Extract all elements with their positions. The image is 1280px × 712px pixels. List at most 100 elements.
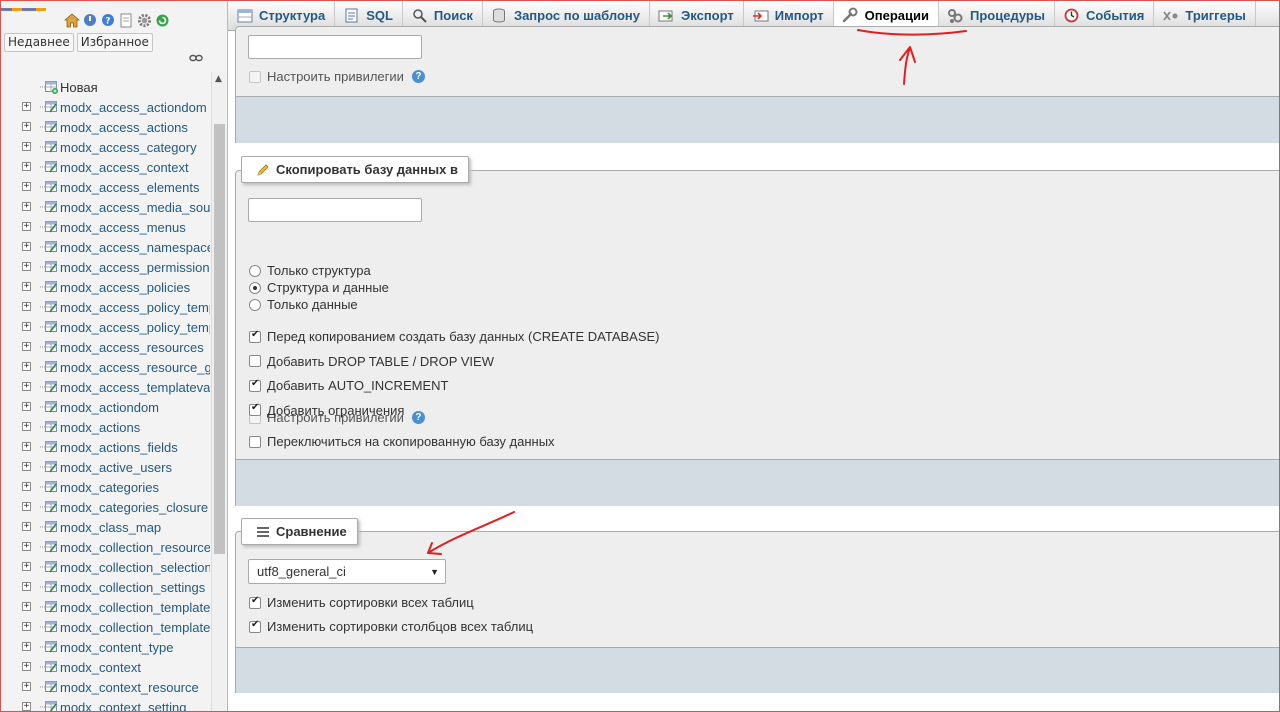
tree-item-table[interactable]: + modx_access_permissions — [0, 257, 210, 277]
link-icon[interactable] — [189, 53, 203, 63]
table-name: modx_context_setting — [60, 699, 187, 712]
tree-item-table[interactable]: + modx_collection_resource_ — [0, 537, 210, 557]
expand-icon[interactable]: + — [22, 682, 31, 691]
expand-icon[interactable]: + — [22, 142, 31, 151]
expand-icon[interactable]: + — [22, 702, 31, 711]
rename-privileges-checkbox[interactable] — [249, 70, 261, 83]
tree-item-table[interactable]: + modx_content_type — [0, 637, 210, 657]
copy-mode-radio[interactable] — [249, 298, 261, 311]
expand-icon[interactable]: + — [22, 322, 31, 331]
copy-db-input[interactable] — [248, 198, 422, 222]
expand-icon[interactable]: + — [22, 242, 31, 251]
tree-item-new[interactable]: Новая — [0, 77, 210, 97]
tree-item-table[interactable]: + modx_actiondom — [0, 397, 210, 417]
tree-item-table[interactable]: + modx_access_policy_temp — [0, 317, 210, 337]
expand-icon[interactable]: + — [22, 162, 31, 171]
tree-lines: + — [0, 377, 31, 397]
help-icon[interactable]: ? — [411, 70, 425, 83]
tree-lines: + — [0, 297, 31, 317]
switch-db-checkbox[interactable] — [249, 435, 261, 448]
copy-mode-radio[interactable] — [249, 264, 261, 277]
tree-scrollbar[interactable]: ▲ — [211, 72, 226, 712]
expand-icon[interactable]: + — [22, 442, 31, 451]
expand-icon[interactable]: + — [22, 522, 31, 531]
docs-icon[interactable] — [118, 12, 134, 28]
copy-mode-radio[interactable] — [249, 281, 261, 294]
tree-item-table[interactable]: + modx_class_map — [0, 517, 210, 537]
tree-item-table[interactable]: + modx_access_menus — [0, 217, 210, 237]
collation-option-checkbox[interactable] — [249, 595, 261, 609]
tree-item-table[interactable]: + modx_access_actiondom — [0, 97, 210, 117]
reload-icon[interactable] — [154, 12, 170, 28]
expand-icon[interactable]: + — [22, 562, 31, 571]
help-icon[interactable]: ? — [100, 12, 116, 28]
tree-item-table[interactable]: + modx_access_category — [0, 137, 210, 157]
tree-item-table[interactable]: + modx_access_media_sou — [0, 197, 210, 217]
logout-icon[interactable] — [82, 12, 98, 28]
expand-icon[interactable]: + — [22, 462, 31, 471]
expand-icon[interactable]: + — [22, 282, 31, 291]
expand-icon[interactable]: + — [22, 642, 31, 651]
search-icon — [411, 8, 428, 24]
collation-option-checkbox[interactable] — [249, 619, 261, 633]
expand-icon[interactable]: + — [22, 342, 31, 351]
table-name: modx_access_media_sou — [60, 199, 210, 215]
copy-option-checkbox[interactable] — [249, 355, 261, 367]
tree-item-table[interactable]: + modx_collection_settings — [0, 577, 210, 597]
copy-option-checkbox[interactable] — [249, 378, 261, 392]
tree-item-table[interactable]: + modx_access_policy_temp — [0, 297, 210, 317]
scroll-up-arrow[interactable]: ▲ — [215, 74, 222, 84]
tree-item-table[interactable]: + modx_actions — [0, 417, 210, 437]
tree-item-table[interactable]: + modx_context_setting — [0, 697, 210, 712]
collation-option: Изменить сортировки всех таблиц — [249, 595, 474, 610]
expand-icon[interactable]: + — [22, 362, 31, 371]
tree-item-table[interactable]: + modx_categories — [0, 477, 210, 497]
expand-icon[interactable]: + — [22, 182, 31, 191]
recent-tab[interactable]: Недавнее — [4, 33, 74, 52]
tree-item-table[interactable]: + modx_access_resources — [0, 337, 210, 357]
tree-item-table[interactable]: + modx_access_namespace — [0, 237, 210, 257]
expand-icon[interactable]: + — [22, 382, 31, 391]
expand-icon[interactable]: + — [22, 222, 31, 231]
favorites-tab[interactable]: Избранное — [76, 33, 153, 52]
expand-icon[interactable]: + — [22, 302, 31, 311]
expand-icon[interactable]: + — [22, 482, 31, 491]
table-icon — [40, 660, 60, 674]
tree-item-table[interactable]: + modx_context — [0, 657, 210, 677]
expand-icon[interactable]: + — [22, 202, 31, 211]
home-icon[interactable] — [64, 12, 80, 28]
expand-icon[interactable]: + — [22, 502, 31, 511]
tree-item-table[interactable]: + modx_access_context — [0, 157, 210, 177]
expand-icon[interactable]: + — [22, 422, 31, 431]
tree-item-table[interactable]: + modx_access_templatevar — [0, 377, 210, 397]
tree-item-table[interactable]: + modx_collection_templates — [0, 597, 210, 617]
scrollbar-thumb[interactable] — [214, 124, 225, 554]
tree-item-table[interactable]: + modx_access_resource_g — [0, 357, 210, 377]
rename-db-input[interactable] — [248, 35, 422, 59]
tree-item-table[interactable]: + modx_access_actions — [0, 117, 210, 137]
expand-icon[interactable]: + — [22, 662, 31, 671]
collation-select[interactable]: utf8_general_ci ▼ — [248, 559, 446, 584]
tree-lines: + — [0, 257, 31, 277]
expand-icon[interactable]: + — [22, 622, 31, 631]
help-icon[interactable]: ? — [411, 411, 425, 424]
expand-icon[interactable]: + — [22, 102, 31, 111]
tree-item-table[interactable]: + modx_active_users — [0, 457, 210, 477]
copy-option-checkbox[interactable] — [249, 402, 261, 416]
tree-item-table[interactable]: + modx_collection_template_ — [0, 617, 210, 637]
expand-icon[interactable]: + — [22, 262, 31, 271]
tree-item-table[interactable]: + modx_categories_closure — [0, 497, 210, 517]
expand-icon[interactable]: + — [22, 582, 31, 591]
expand-icon[interactable]: + — [22, 542, 31, 551]
tree-item-table[interactable]: + modx_access_elements — [0, 177, 210, 197]
gear-icon[interactable] — [136, 12, 152, 28]
tree-item-table[interactable]: + modx_collection_selection — [0, 557, 210, 577]
expand-icon[interactable]: + — [22, 602, 31, 611]
tree-item-table[interactable]: + modx_context_resource — [0, 677, 210, 697]
tree-item-table[interactable]: + modx_access_policies — [0, 277, 210, 297]
expand-icon[interactable]: + — [22, 122, 31, 131]
table-icon — [40, 340, 60, 354]
tree-item-table[interactable]: + modx_actions_fields — [0, 437, 210, 457]
copy-option-checkbox[interactable] — [249, 329, 261, 343]
expand-icon[interactable]: + — [22, 402, 31, 411]
